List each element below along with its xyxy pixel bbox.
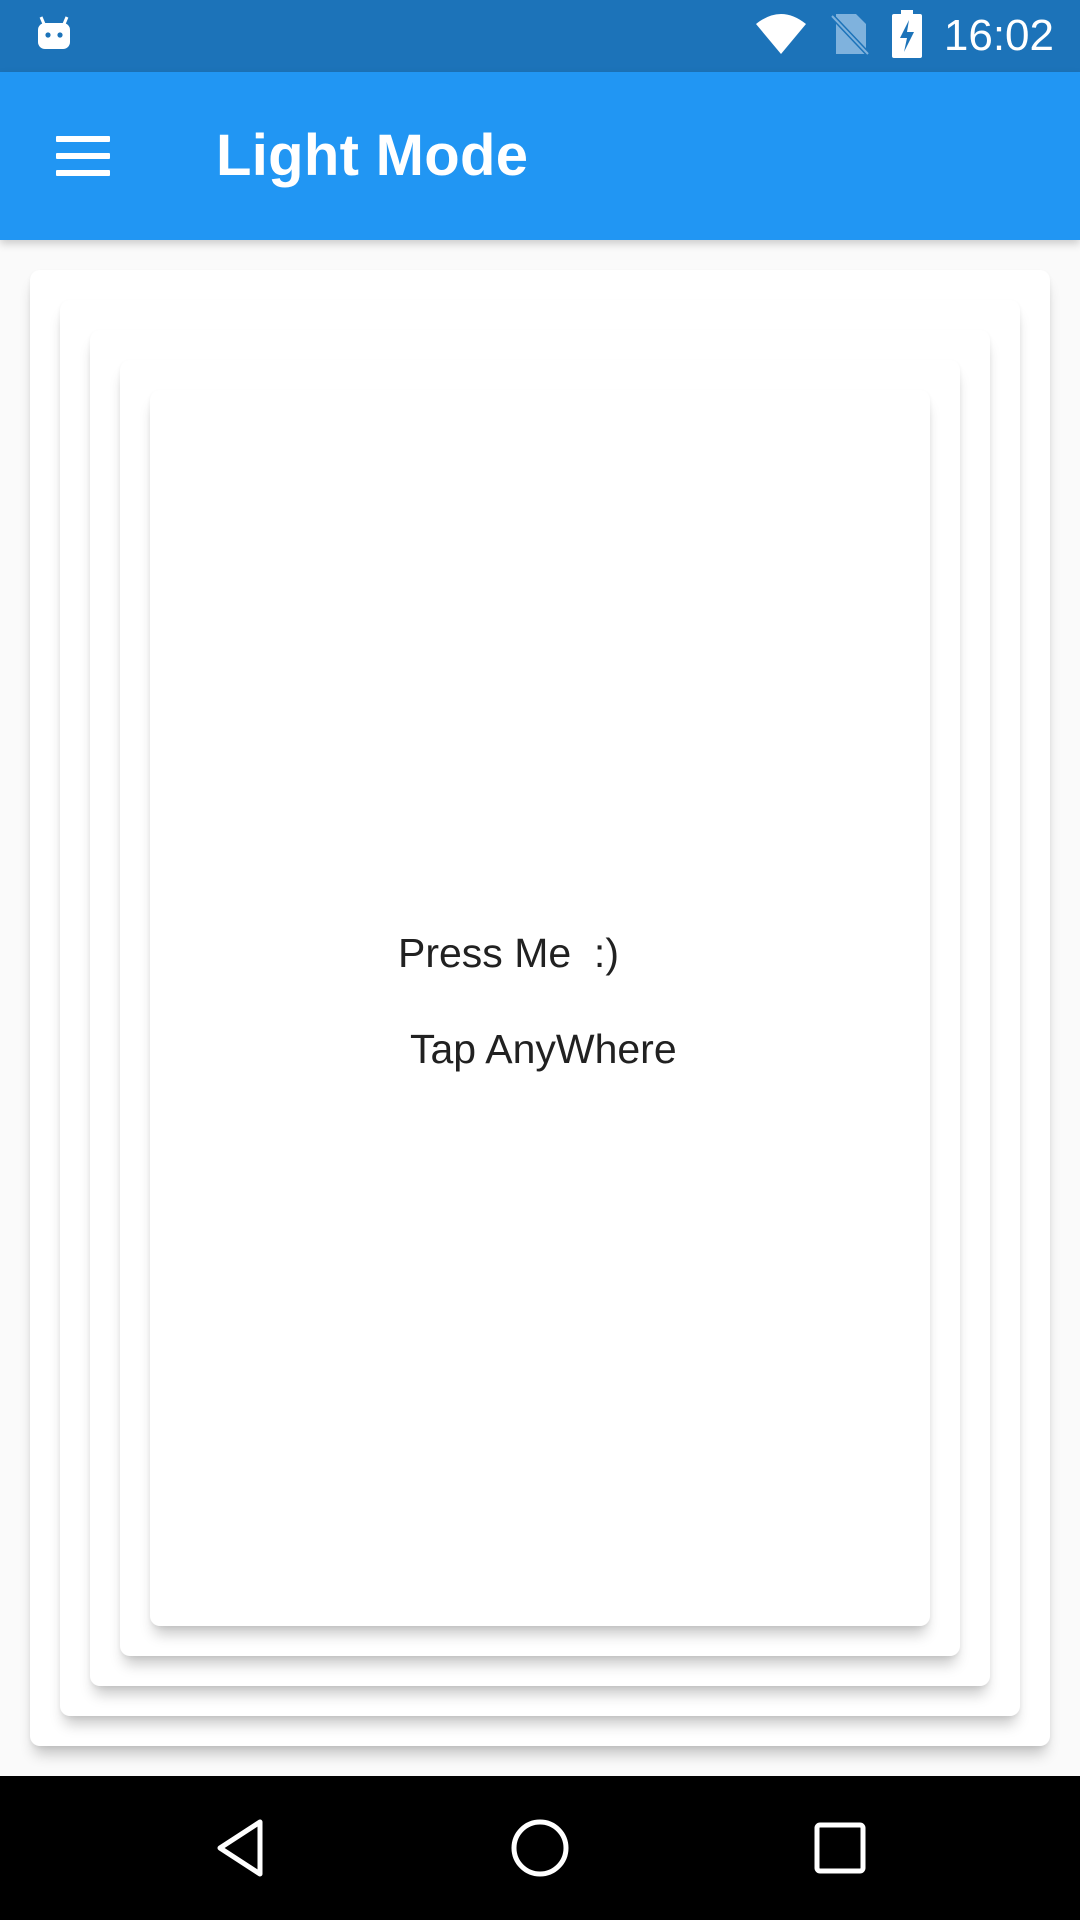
status-icons: 16:02 xyxy=(754,0,1054,72)
front-card[interactable] xyxy=(150,390,930,1626)
wifi-icon xyxy=(754,12,808,61)
menu-line xyxy=(56,170,110,176)
android-notification-icon xyxy=(36,16,72,52)
status-bar: 16:02 xyxy=(0,0,1080,72)
back-icon[interactable] xyxy=(204,1812,276,1884)
menu-line xyxy=(56,153,110,159)
navigation-bar xyxy=(0,1776,1080,1920)
battery-charging-icon xyxy=(891,9,922,63)
no-sim-icon xyxy=(830,12,870,61)
page-title: Light Mode xyxy=(216,123,529,188)
hamburger-menu-icon[interactable] xyxy=(48,126,120,186)
press-me-label[interactable]: Press Me :) xyxy=(398,930,619,977)
menu-line xyxy=(56,136,110,142)
recents-icon[interactable] xyxy=(804,1812,876,1884)
app-bar: Light Mode xyxy=(0,72,1080,240)
clock: 16:02 xyxy=(943,11,1054,60)
tap-anywhere-label: Tap AnyWhere xyxy=(410,1026,677,1072)
home-icon[interactable] xyxy=(504,1812,576,1884)
